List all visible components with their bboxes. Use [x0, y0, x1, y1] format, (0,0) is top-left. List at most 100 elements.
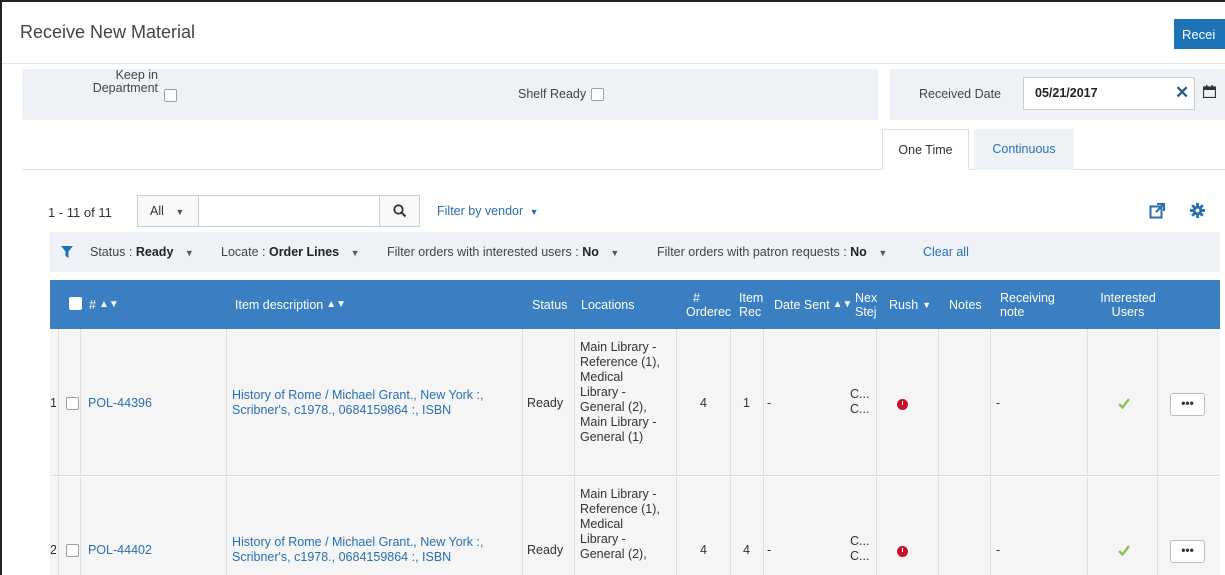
- keep-in-department-label: Keep in Department: [66, 69, 158, 95]
- receiving-note-value: -: [996, 543, 1001, 557]
- shelf-ready-label: Shelf Ready: [518, 87, 587, 101]
- item-description-line2: Scribner's, c1978., 0684159864 :, ISBN: [232, 403, 452, 417]
- column-item-description-label: Item description: [235, 297, 324, 312]
- search-icon: [393, 204, 407, 218]
- pol-link[interactable]: POL-44396: [88, 396, 152, 411]
- column-items-received[interactable]: Item Rec: [739, 280, 771, 329]
- locate-filter-chip[interactable]: Locate : Order Lines ▼: [221, 245, 360, 259]
- row-select-checkbox[interactable]: [66, 397, 79, 410]
- item-description-link[interactable]: History of Rome / Michael Grant., New Yo…: [232, 388, 483, 418]
- column-divider: [938, 329, 939, 475]
- row-actions-button[interactable]: •••: [1170, 540, 1205, 563]
- column-date-sent[interactable]: Date Sent ▲▼: [774, 280, 852, 329]
- next-step-value: C... C...: [850, 387, 869, 417]
- receiving-note-value: -: [996, 396, 1001, 410]
- next-step-line2: C...: [850, 402, 870, 416]
- select-all-checkbox[interactable]: [69, 297, 82, 310]
- column-divider: [574, 477, 575, 575]
- item-description-line2: Scribner's, c1978., 0684159864 :, ISBN: [232, 550, 452, 564]
- received-date-input[interactable]: 05/21/2017: [1023, 77, 1195, 110]
- pol-link[interactable]: POL-44402: [88, 543, 152, 558]
- location-line: Medical: [580, 370, 624, 384]
- column-item-description[interactable]: Item description ▲▼: [235, 280, 346, 329]
- column-interested-users[interactable]: Interested Users: [1092, 280, 1164, 329]
- column-rush[interactable]: Rush ▼: [889, 280, 931, 329]
- column-divider: [876, 477, 877, 575]
- checkmark-icon: [1118, 398, 1130, 409]
- location-line: Main Library -: [580, 415, 657, 429]
- column-receiving-note[interactable]: Receiving note: [1000, 280, 1055, 329]
- gear-icon[interactable]: [1190, 203, 1205, 218]
- receive-button[interactable]: Recei: [1174, 19, 1225, 49]
- next-step-line1: C...: [850, 534, 870, 548]
- column-divider: [1157, 329, 1158, 475]
- sort-icon: ▲▼: [326, 298, 347, 310]
- column-notes[interactable]: Notes: [949, 280, 982, 329]
- search-scope-dropdown[interactable]: All ▼: [137, 195, 199, 227]
- ordered-count: 4: [700, 396, 707, 410]
- tab-continuous[interactable]: Continuous: [974, 129, 1074, 170]
- location-line: Main Library -: [580, 487, 657, 501]
- status-value: Ready: [527, 396, 564, 410]
- filter-funnel-icon: [61, 246, 73, 258]
- keep-label-line2: Department: [92, 81, 158, 95]
- table-header: # ▲▼ Item description ▲▼ Status Location…: [50, 280, 1220, 329]
- interested-users-filter-chip[interactable]: Filter orders with interested users : No…: [387, 245, 619, 259]
- table-row[interactable]: 1 POL-44396 History of Rome / Michael Gr…: [50, 329, 1220, 476]
- column-divider: [58, 329, 59, 475]
- chevron-down-icon: ▼: [175, 207, 185, 217]
- column-status[interactable]: Status: [532, 280, 567, 329]
- column-locations[interactable]: Locations: [581, 280, 635, 329]
- column-items-line2: Rec: [739, 304, 762, 319]
- item-description-link[interactable]: History of Rome / Michael Grant., New Yo…: [232, 535, 483, 565]
- receive-new-material-page: Receive New Material Recei Keep in Depar…: [0, 0, 1225, 575]
- export-icon[interactable]: [1149, 203, 1165, 219]
- clear-all-filters-link[interactable]: Clear all: [923, 245, 969, 259]
- column-num[interactable]: # ▲▼: [89, 280, 119, 329]
- row-select-checkbox[interactable]: [66, 544, 79, 557]
- rush-clock-icon: [897, 399, 908, 410]
- row-actions-button[interactable]: •••: [1170, 393, 1205, 416]
- column-next-step[interactable]: Nex Stej: [855, 280, 879, 329]
- tab-one-time[interactable]: One Time: [882, 129, 969, 170]
- keep-in-department-checkbox[interactable]: [164, 89, 177, 102]
- date-sent-value: -: [767, 396, 772, 410]
- chevron-down-icon: ▼: [350, 248, 360, 258]
- calendar-icon[interactable]: [1203, 85, 1216, 98]
- chevron-down-icon: ▼: [529, 207, 539, 217]
- received-count: 4: [743, 543, 750, 557]
- interested-filter-label: Filter orders with interested users :: [387, 245, 579, 259]
- location-line: Main Library -: [580, 340, 657, 354]
- status-filter-label: Status :: [90, 245, 133, 259]
- result-count: 1 - 11 of 11: [48, 205, 112, 220]
- patron-filter-label: Filter orders with patron requests :: [657, 245, 847, 259]
- patron-requests-filter-chip[interactable]: Filter orders with patron requests : No …: [657, 245, 887, 259]
- page-title: Receive New Material: [20, 22, 196, 42]
- column-ordered[interactable]: # Orderec: [686, 280, 736, 329]
- locate-filter-label: Locate :: [221, 245, 266, 259]
- column-divider: [730, 477, 731, 575]
- received-date-panel: Received Date 05/21/2017 ✕: [890, 69, 1225, 120]
- location-line: General (2),: [580, 547, 647, 561]
- column-ordered-line2: Orderec: [686, 304, 732, 319]
- column-ordered-line1: #: [693, 290, 700, 305]
- row-index: 2: [50, 543, 56, 558]
- chevron-down-icon: ▼: [878, 248, 888, 258]
- locate-filter-value: Order Lines: [268, 245, 340, 259]
- patron-filter-value: No: [850, 245, 867, 259]
- location-line: General (2),: [580, 400, 647, 414]
- column-divider: [676, 329, 677, 475]
- shelf-ready-checkbox[interactable]: [591, 88, 604, 101]
- location-line: General (1): [580, 430, 644, 444]
- filter-by-vendor-dropdown[interactable]: Filter by vendor ▼: [437, 204, 539, 218]
- row-index: 1: [50, 396, 56, 411]
- filter-by-vendor-label: Filter by vendor: [437, 204, 524, 218]
- column-divider: [876, 329, 877, 475]
- search-button[interactable]: [379, 195, 420, 227]
- column-receiving-line1: Receiving: [1000, 290, 1055, 305]
- status-filter-chip[interactable]: Status : Ready ▼: [90, 245, 194, 259]
- search-input[interactable]: [198, 195, 380, 227]
- table-row[interactable]: 2 POL-44402 History of Rome / Michael Gr…: [50, 477, 1220, 575]
- clear-date-icon[interactable]: ✕: [1175, 83, 1189, 103]
- date-sent-value: -: [767, 543, 772, 557]
